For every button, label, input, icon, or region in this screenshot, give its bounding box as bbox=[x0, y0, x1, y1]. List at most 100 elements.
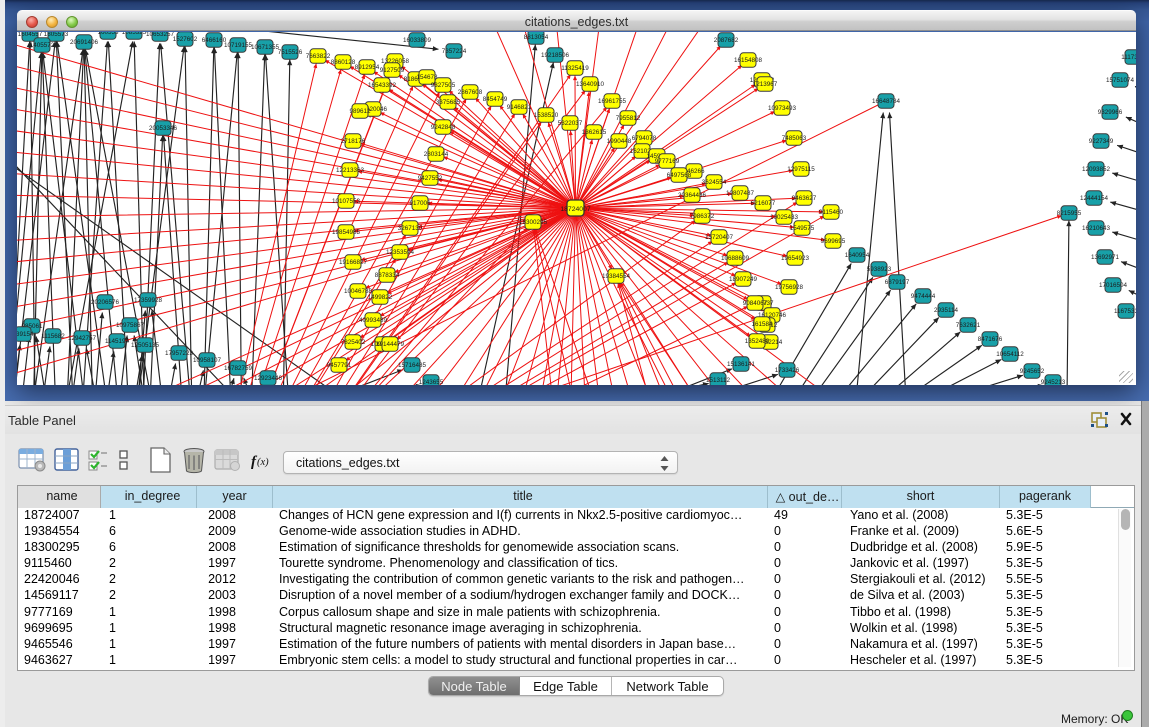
svg-text:10107553: 10107553 bbox=[332, 198, 361, 205]
svg-text:8471676: 8471676 bbox=[978, 336, 1003, 343]
svg-text:11325419: 11325419 bbox=[561, 65, 589, 72]
svg-text:10025433: 10025433 bbox=[770, 214, 799, 221]
svg-text:7632621: 7632621 bbox=[956, 322, 981, 329]
svg-text:8215955: 8215955 bbox=[1057, 210, 1082, 217]
svg-text:2718176: 2718176 bbox=[341, 138, 366, 145]
svg-text:19218506: 19218506 bbox=[541, 52, 570, 59]
svg-text:18300295: 18300295 bbox=[519, 219, 548, 226]
svg-text:1145194: 1145194 bbox=[105, 338, 130, 345]
svg-text:6216077: 6216077 bbox=[751, 200, 776, 207]
svg-text:10975867: 10975867 bbox=[116, 322, 145, 329]
svg-text:160553: 160553 bbox=[97, 32, 119, 36]
svg-text:16033809: 16033809 bbox=[403, 37, 432, 44]
svg-text:1604557: 1604557 bbox=[18, 32, 43, 38]
svg-text:12444154: 12444154 bbox=[1080, 195, 1109, 202]
svg-text:8912954: 8912954 bbox=[355, 64, 380, 71]
svg-text:10807487: 10807487 bbox=[726, 190, 755, 197]
svg-text:12942757: 12942757 bbox=[68, 335, 97, 342]
svg-text:6497568: 6497568 bbox=[667, 172, 692, 179]
svg-text:19854985: 19854985 bbox=[332, 229, 361, 236]
svg-text:16210643: 16210643 bbox=[1082, 225, 1111, 232]
svg-text:19756928: 19756928 bbox=[775, 284, 804, 291]
svg-text:161584: 161584 bbox=[751, 321, 773, 328]
svg-text:12505135: 12505135 bbox=[131, 342, 160, 349]
svg-text:17359928: 17359928 bbox=[134, 297, 163, 304]
svg-text:1117352: 1117352 bbox=[1121, 54, 1136, 61]
svg-text:9227349: 9227349 bbox=[1089, 138, 1114, 145]
svg-text:17957223: 17957223 bbox=[165, 350, 194, 357]
svg-text:8878334: 8878334 bbox=[375, 272, 400, 279]
svg-text:9245652: 9245652 bbox=[1020, 368, 1045, 375]
svg-text:15751074: 15751074 bbox=[1106, 77, 1135, 84]
svg-text:15720407: 15720407 bbox=[705, 234, 734, 241]
svg-text:1352488: 1352488 bbox=[745, 338, 770, 345]
svg-text:1549575: 1549575 bbox=[790, 225, 815, 232]
svg-text:2935114: 2935114 bbox=[934, 307, 959, 314]
svg-text:9115460: 9115460 bbox=[819, 209, 844, 216]
svg-text:19384554: 19384554 bbox=[602, 273, 631, 280]
svg-text:989612: 989612 bbox=[349, 108, 371, 115]
svg-text:9427552: 9427552 bbox=[418, 175, 443, 182]
svg-text:9699695: 9699695 bbox=[821, 238, 846, 245]
svg-text:8454749: 8454749 bbox=[483, 96, 508, 103]
svg-text:1362615: 1362615 bbox=[582, 129, 607, 136]
svg-text:10654112: 10654112 bbox=[996, 351, 1024, 358]
svg-text:1527602: 1527602 bbox=[173, 36, 198, 43]
svg-text:12923446: 12923446 bbox=[254, 375, 283, 382]
svg-text:1640954: 1640954 bbox=[845, 252, 870, 259]
svg-text:5322037: 5322037 bbox=[558, 120, 583, 127]
svg-text:6794078: 6794078 bbox=[632, 135, 657, 142]
svg-text:1405572: 1405572 bbox=[30, 42, 55, 49]
svg-text:6879197: 6879197 bbox=[885, 279, 910, 286]
svg-text:1085325: 1085325 bbox=[122, 32, 147, 36]
svg-text:(x): (x) bbox=[257, 457, 269, 468]
svg-text:12975115: 12975115 bbox=[787, 166, 815, 173]
svg-text:9146821: 9146821 bbox=[507, 104, 532, 111]
svg-text:3267130: 3267130 bbox=[398, 225, 423, 232]
svg-text:12093852: 12093852 bbox=[1082, 166, 1111, 173]
svg-text:10719155: 10719155 bbox=[224, 42, 253, 49]
svg-text:9457791: 9457791 bbox=[327, 362, 352, 369]
svg-text:9329966: 9329966 bbox=[1098, 109, 1123, 116]
svg-text:12213363: 12213363 bbox=[336, 167, 365, 174]
svg-text:1990448: 1990448 bbox=[607, 138, 632, 145]
svg-text:1499822: 1499822 bbox=[368, 294, 393, 301]
svg-text:17016504: 17016504 bbox=[1099, 282, 1128, 289]
svg-text:7663822: 7663822 bbox=[306, 53, 331, 60]
svg-text:10653257: 10653257 bbox=[146, 32, 175, 38]
svg-text:1115682: 1115682 bbox=[41, 333, 65, 340]
svg-text:13640910: 13640910 bbox=[576, 81, 605, 88]
svg-text:16961755: 16961755 bbox=[598, 98, 627, 105]
svg-text:1243655: 1243655 bbox=[419, 379, 444, 385]
svg-text:7825402: 7825402 bbox=[341, 339, 366, 346]
svg-text:939154: 939154 bbox=[17, 331, 34, 338]
svg-text:15136141: 15136141 bbox=[727, 361, 756, 368]
svg-text:917006: 917006 bbox=[409, 200, 431, 207]
svg-text:9474444: 9474444 bbox=[911, 293, 936, 300]
svg-text:1167533: 1167533 bbox=[1114, 308, 1136, 315]
svg-text:15716485: 15716485 bbox=[398, 362, 427, 369]
svg-text:8813054: 8813054 bbox=[524, 34, 549, 41]
svg-text:9245213: 9245213 bbox=[1041, 379, 1066, 385]
svg-text:7955812: 7955812 bbox=[616, 115, 641, 122]
svg-text:1213967: 1213967 bbox=[753, 81, 778, 88]
svg-text:9777169: 9777169 bbox=[655, 158, 680, 165]
svg-text:12353594: 12353594 bbox=[386, 249, 415, 256]
svg-text:16648784: 16648784 bbox=[872, 98, 901, 105]
svg-text:40993489: 40993489 bbox=[359, 317, 388, 324]
svg-text:1513112: 1513112 bbox=[706, 377, 731, 384]
svg-text:8860128: 8860128 bbox=[331, 59, 356, 66]
svg-text:16543392: 16543392 bbox=[368, 82, 397, 89]
svg-text:7986372: 7986372 bbox=[690, 213, 715, 220]
svg-text:1733426: 1733426 bbox=[775, 367, 800, 374]
svg-text:2803144: 2803144 bbox=[424, 151, 449, 158]
svg-text:16154808: 16154808 bbox=[734, 57, 763, 64]
svg-text:19166827: 19166827 bbox=[339, 259, 368, 266]
svg-text:10671355: 10671355 bbox=[251, 44, 280, 51]
svg-text:16782759: 16782759 bbox=[224, 365, 253, 372]
svg-text:5938923: 5938923 bbox=[867, 266, 892, 273]
svg-text:19654923: 19654923 bbox=[781, 255, 810, 262]
svg-text:7357224: 7357224 bbox=[442, 48, 467, 55]
svg-text:10973493: 10973493 bbox=[768, 105, 797, 112]
svg-text:1805573: 1805573 bbox=[44, 32, 69, 38]
